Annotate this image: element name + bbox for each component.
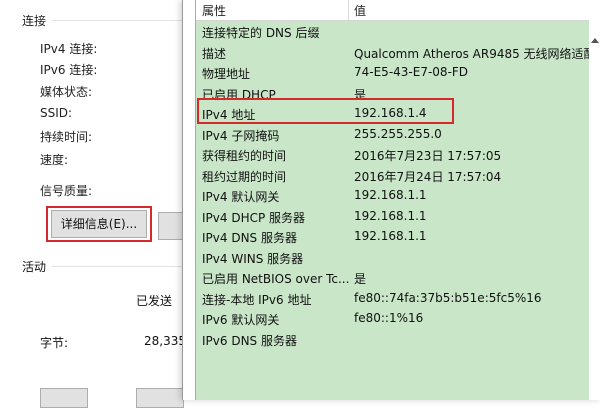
details-button[interactable]: 详细信息(E)... <box>51 210 147 238</box>
property-name: IPv4 地址 <box>202 108 256 122</box>
detail-row[interactable]: IPv4 DHCP 服务器 192.168.1.1 <box>196 206 589 227</box>
connection-section-label: 连接 <box>22 14 47 28</box>
detail-row[interactable]: IPv4 子网掩码 255.255.255.0 <box>196 124 589 145</box>
column-header-property[interactable]: 属性 <box>202 2 226 19</box>
disable-button[interactable] <box>136 388 184 408</box>
column-header-value[interactable]: 值 <box>354 2 366 19</box>
details-button-highlight: 详细信息(E)... <box>46 206 152 242</box>
property-name: IPv4 WINS 服务器 <box>202 251 304 266</box>
property-name: IPv4 DHCP 服务器 <box>202 210 306 225</box>
details-list[interactable]: 属性 值 连接特定的 DNS 后缀 描述 Qualcomm Atheros AR94… <box>195 0 596 400</box>
property-name: IPv6 默认网关 <box>202 313 280 327</box>
detail-row[interactable]: 获得租约的时间 2016年7月23日 17:57:05 <box>196 144 589 165</box>
property-name: 连接-本地 IPv6 地址 <box>202 292 312 307</box>
bytes-label: 字节: <box>40 336 69 350</box>
detail-row[interactable]: 物理地址 74-E5-43-E7-08-FD <box>196 62 589 83</box>
property-name: 物理地址 <box>202 67 251 81</box>
property-value: 192.168.1.1 <box>354 208 427 223</box>
property-value: fe80::1%16 <box>354 311 424 325</box>
property-value: fe80::74fa:37b5:b51e:5fc5%16 <box>354 290 542 305</box>
details-rows: 连接特定的 DNS 后缀 描述 Qualcomm Atheros AR9485 无线… <box>196 21 596 350</box>
bytes-sent-value: 28,335 <box>144 334 186 348</box>
scroll-up-arrow-icon[interactable] <box>591 38 599 43</box>
detail-row[interactable]: IPv4 地址 192.168.1.4 <box>196 103 589 124</box>
ipv6-connectivity-label: IPv6 连接: <box>40 63 98 77</box>
connection-section-divider <box>52 20 190 21</box>
property-name: 获得租约的时间 <box>202 149 287 163</box>
wifi-status-panel: 连接 IPv4 连接: IPv6 连接: 媒体状态: SSID: 持续时间: 速… <box>0 0 190 408</box>
sent-label: 已发送 <box>136 294 173 308</box>
detail-row[interactable]: 已启用 DHCP 是 <box>196 83 589 104</box>
activity-section-divider <box>52 266 190 267</box>
property-value: 是 <box>354 87 367 102</box>
property-value: 192.168.1.1 <box>354 188 427 202</box>
signal-quality-label: 信号质量: <box>40 184 93 198</box>
detail-row[interactable]: IPv6 默认网关 fe80::1%16 <box>196 308 589 329</box>
detail-row[interactable]: 已启用 NetBIOS over Tc... 是 <box>196 267 589 288</box>
property-name: 描述 <box>202 46 227 61</box>
detail-row[interactable]: 描述 Qualcomm Atheros AR9485 无线网络适配 <box>196 42 596 63</box>
duration-label: 持续时间: <box>40 130 93 144</box>
detail-row[interactable]: 租约过期的时间 2016年7月24日 17:57:04 <box>196 165 589 186</box>
property-value: 255.255.255.0 <box>354 126 442 141</box>
vertical-scrollbar[interactable] <box>589 0 600 400</box>
property-name: IPv4 DNS 服务器 <box>202 231 297 245</box>
property-name: 已启用 NetBIOS over Tc... <box>202 272 350 286</box>
activity-section-label: 活动 <box>22 260 47 274</box>
property-name: 已启用 DHCP <box>202 87 276 102</box>
property-value: 74-E5-43-E7-08-FD <box>354 65 469 79</box>
detail-row[interactable]: 连接-本地 IPv6 地址 fe80::74fa:37b5:b51e:5fc5%1… <box>196 288 589 309</box>
detail-row[interactable]: IPv4 DNS 服务器 192.168.1.1 <box>196 226 589 247</box>
detail-row[interactable]: IPv4 默认网关 192.168.1.1 <box>196 185 589 206</box>
property-value: 192.168.1.4 <box>354 106 427 120</box>
property-name: IPv4 默认网关 <box>202 190 280 204</box>
detail-row[interactable]: 连接特定的 DNS 后缀 <box>196 21 589 42</box>
column-divider[interactable] <box>348 0 349 20</box>
properties-button[interactable] <box>40 388 88 408</box>
property-value: 192.168.1.1 <box>354 229 427 243</box>
speed-label: 速度: <box>40 153 69 167</box>
property-value: 2016年7月24日 17:57:04 <box>354 169 502 184</box>
ssid-label: SSID: <box>40 106 73 120</box>
property-value: Qualcomm Atheros AR9485 无线网络适配 <box>354 46 596 61</box>
detail-row[interactable]: IPv6 DNS 服务器 <box>196 329 589 350</box>
property-value: 是 <box>354 272 367 286</box>
property-name: IPv6 DNS 服务器 <box>202 333 297 348</box>
network-connection-details-window: 属性 值 连接特定的 DNS 后缀 描述 Qualcomm Atheros AR94… <box>182 0 600 400</box>
list-header: 属性 值 <box>196 0 589 21</box>
property-value: 2016年7月23日 17:57:05 <box>354 149 502 163</box>
media-state-label: 媒体状态: <box>40 85 93 99</box>
property-name: IPv4 子网掩码 <box>202 128 280 143</box>
property-name: 租约过期的时间 <box>202 169 287 184</box>
property-name: 连接特定的 DNS 后缀 <box>202 26 320 40</box>
detail-row[interactable]: IPv4 WINS 服务器 <box>196 247 589 268</box>
ipv4-connectivity-label: IPv4 连接: <box>40 42 98 56</box>
